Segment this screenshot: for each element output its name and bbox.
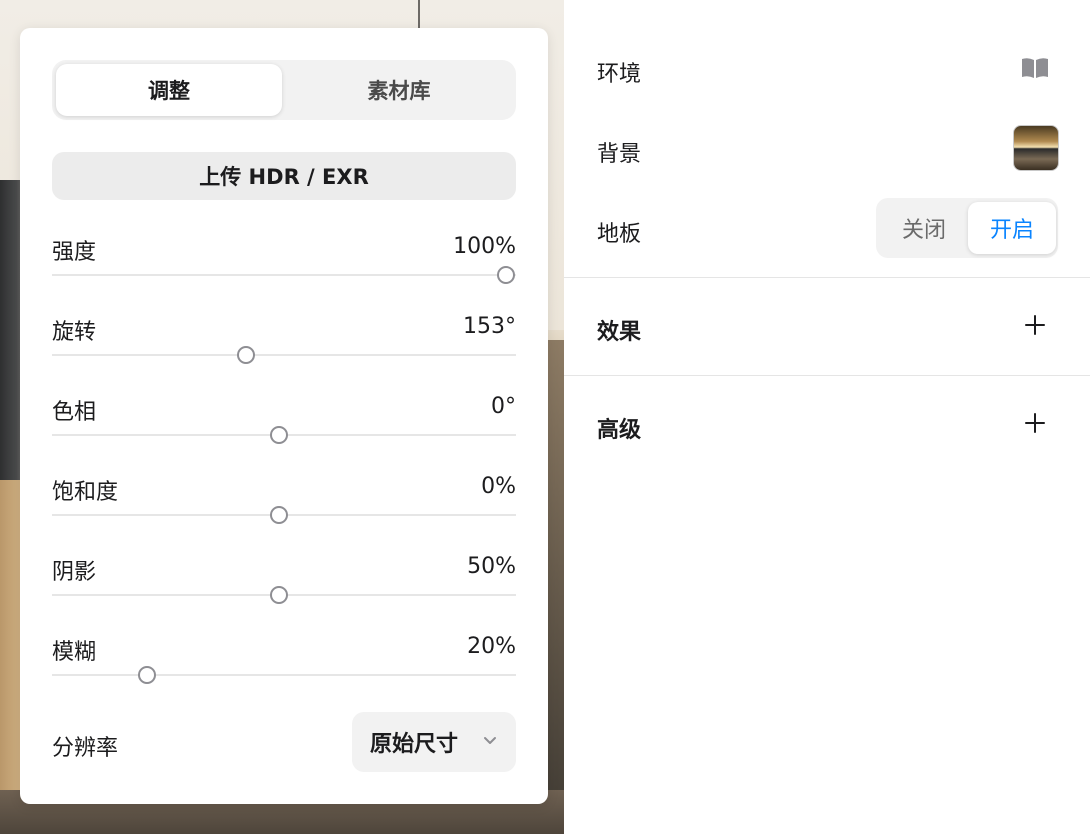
slider-intensity: 强度 100% — [52, 234, 516, 314]
slider-label: 强度 — [52, 240, 97, 265]
viewport-shadow — [546, 340, 564, 834]
slider-label: 旋转 — [52, 320, 97, 345]
book-icon[interactable] — [1020, 56, 1050, 80]
slider-value: 0% — [481, 474, 516, 499]
tab-adjust[interactable]: 调整 — [56, 64, 282, 116]
slider-label: 饱和度 — [52, 480, 119, 505]
tab-library[interactable]: 素材库 — [286, 64, 512, 116]
environment-label: 环境 — [597, 62, 642, 87]
resolution-label: 分辨率 — [52, 736, 119, 761]
advanced-section-title[interactable]: 高级 — [597, 412, 641, 444]
slider-label: 色相 — [52, 400, 97, 425]
slider-label: 阴影 — [52, 560, 97, 585]
slider-value: 50% — [467, 554, 516, 579]
slider-value: 20% — [467, 634, 516, 659]
floor-on-option[interactable]: 开启 — [968, 202, 1056, 254]
slider-track[interactable] — [52, 274, 516, 276]
slider-label: 模糊 — [52, 640, 97, 665]
slider-thumb[interactable] — [270, 586, 288, 604]
effects-section-title[interactable]: 效果 — [597, 314, 641, 346]
section-divider — [564, 375, 1090, 376]
section-divider — [564, 277, 1090, 278]
slider-thumb[interactable] — [270, 506, 288, 524]
slider-rotation: 旋转 153° — [52, 314, 516, 394]
adjustment-panel: 调整 素材库 上传 HDR / EXR 强度 100% 旋转 153° 色相 0… — [20, 28, 548, 804]
viewport-pole — [418, 0, 420, 28]
background-label: 背景 — [597, 142, 642, 167]
floor-toggle: 关闭 开启 — [876, 198, 1058, 258]
slider-track[interactable] — [52, 354, 516, 356]
slider-thumb[interactable] — [497, 266, 515, 284]
add-effect-icon[interactable] — [1024, 314, 1046, 336]
floor-label: 地板 — [597, 222, 642, 247]
background-thumbnail[interactable] — [1013, 125, 1059, 171]
slider-blur: 模糊 20% — [52, 634, 516, 714]
floor-off-option[interactable]: 关闭 — [880, 202, 968, 254]
settings-sidebar: 环境 背景 地板 关闭 开启 效果 高级 — [564, 0, 1090, 834]
slider-saturation: 饱和度 0% — [52, 474, 516, 554]
slider-track[interactable] — [52, 674, 516, 676]
slider-hue: 色相 0° — [52, 394, 516, 474]
slider-thumb[interactable] — [237, 346, 256, 364]
slider-value: 153° — [463, 314, 516, 339]
resolution-select[interactable]: 原始尺寸 — [352, 712, 516, 772]
slider-value: 0° — [491, 394, 516, 419]
panel-tab-switcher: 调整 素材库 — [52, 60, 516, 120]
slider-thumb[interactable] — [138, 666, 157, 684]
resolution-selected-value: 原始尺寸 — [370, 732, 459, 757]
slider-thumb[interactable] — [270, 426, 288, 444]
upload-hdr-button[interactable]: 上传 HDR / EXR — [52, 152, 516, 200]
slider-shadow: 阴影 50% — [52, 554, 516, 634]
chevron-down-icon — [484, 737, 496, 744]
slider-value: 100% — [453, 234, 516, 259]
add-advanced-icon[interactable] — [1024, 412, 1046, 434]
